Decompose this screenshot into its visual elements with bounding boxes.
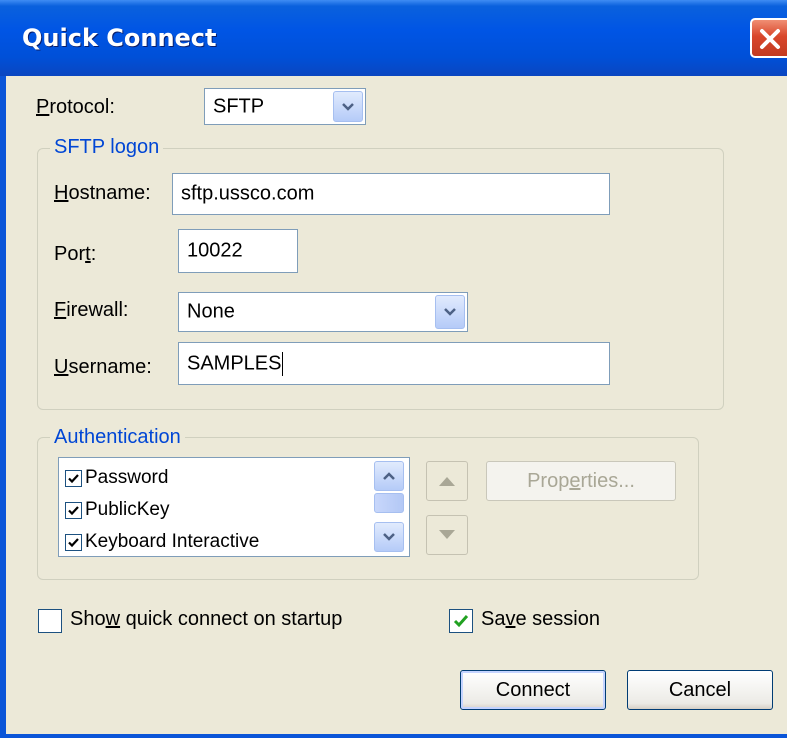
chevron-down-icon [342, 102, 354, 111]
show-quick-connect-label[interactable]: Show quick connect on startup [70, 608, 342, 631]
cancel-button[interactable]: Cancel [627, 670, 773, 710]
move-up-button[interactable] [426, 461, 468, 501]
checkmark-icon [68, 473, 79, 483]
port-field[interactable]: 10022 [178, 229, 298, 273]
checkbox-keyboard-interactive[interactable] [65, 533, 82, 551]
text-cursor [282, 351, 284, 376]
chevron-down-icon [383, 533, 395, 541]
firewall-select[interactable]: None [178, 292, 468, 332]
checkbox-publickey[interactable] [65, 501, 82, 519]
checkmark-icon [68, 505, 79, 515]
checkmark-icon [453, 615, 469, 628]
firewall-value: None [187, 300, 235, 323]
triangle-up-icon [439, 477, 455, 486]
save-session-checkbox[interactable] [449, 609, 473, 633]
firewall-label: Firewall: [54, 299, 129, 321]
auth-methods-list[interactable]: Password PublicKey Keyboard Interactive [58, 457, 410, 557]
protocol-dropdown-button[interactable] [333, 91, 363, 122]
list-item[interactable]: PublicKey [65, 499, 170, 521]
move-down-button[interactable] [426, 515, 468, 555]
triangle-down-icon [439, 530, 455, 539]
firewall-dropdown-button[interactable] [435, 295, 465, 329]
hostname-field[interactable]: sftp.ussco.com [172, 173, 610, 215]
port-label: Port: [54, 243, 97, 265]
protocol-label: Protocol: [36, 96, 115, 118]
hostname-label: Hostname: [54, 182, 151, 204]
username-label: Username: [54, 356, 152, 378]
protocol-select[interactable]: SFTP [204, 88, 366, 125]
checkbox-password[interactable] [65, 469, 82, 487]
title-bar: Quick Connect [0, 0, 787, 76]
list-item[interactable]: Keyboard Interactive [65, 531, 259, 553]
authentication-group-title: Authentication [50, 426, 185, 449]
sftp-logon-group-title: SFTP logon [50, 136, 164, 159]
list-scroll-down-button[interactable] [374, 522, 404, 552]
checkmark-icon [68, 537, 79, 547]
show-quick-connect-checkbox[interactable] [38, 609, 62, 633]
username-field[interactable]: SAMPLES [178, 342, 610, 385]
chevron-down-icon [444, 308, 456, 316]
close-icon [760, 29, 780, 49]
protocol-value: SFTP [213, 95, 265, 117]
window-frame-bottom [0, 734, 787, 738]
list-scrollbar-thumb[interactable] [374, 493, 404, 513]
close-button[interactable] [750, 18, 787, 58]
save-session-label[interactable]: Save session [481, 608, 600, 631]
connect-button[interactable]: Connect [460, 670, 606, 710]
window-title: Quick Connect [22, 24, 217, 52]
list-item[interactable]: Password [65, 467, 168, 489]
chevron-up-icon [383, 472, 395, 480]
properties-button[interactable]: Prop e rties... [486, 461, 676, 501]
window-frame-left [0, 76, 6, 738]
list-scroll-up-button[interactable] [374, 461, 404, 491]
